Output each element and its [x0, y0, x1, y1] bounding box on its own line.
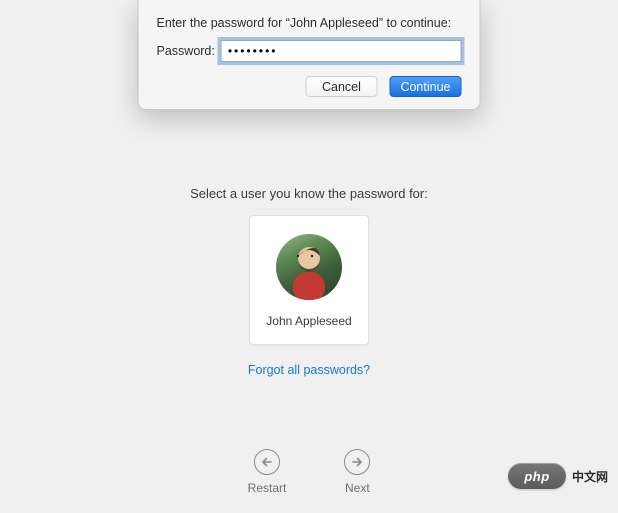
password-dialog: Enter the password for “John Appleseed” …	[138, 0, 481, 110]
dialog-buttons: Cancel Continue	[157, 76, 462, 97]
password-input[interactable]	[221, 40, 462, 62]
arrow-left-icon	[254, 449, 280, 475]
user-name-label: John Appleseed	[266, 314, 351, 328]
watermark-text: 中文网	[572, 468, 608, 485]
restart-button[interactable]: Restart	[248, 449, 287, 495]
next-button[interactable]: Next	[344, 449, 370, 495]
restart-label: Restart	[248, 481, 287, 495]
password-label: Password:	[157, 44, 215, 58]
continue-button[interactable]: Continue	[389, 76, 461, 97]
forgot-all-passwords-link[interactable]: Forgot all passwords?	[248, 363, 370, 377]
watermark-logo: php 中文网	[508, 463, 608, 489]
dialog-prompt: Enter the password for “John Appleseed” …	[157, 16, 462, 30]
select-user-prompt: Select a user you know the password for:	[190, 186, 428, 201]
avatar	[276, 234, 342, 300]
password-row: Password:	[157, 40, 462, 62]
php-logo-icon: php	[508, 463, 566, 489]
user-card[interactable]: John Appleseed	[249, 215, 369, 345]
cancel-button[interactable]: Cancel	[305, 76, 377, 97]
next-label: Next	[345, 481, 370, 495]
arrow-right-icon	[344, 449, 370, 475]
